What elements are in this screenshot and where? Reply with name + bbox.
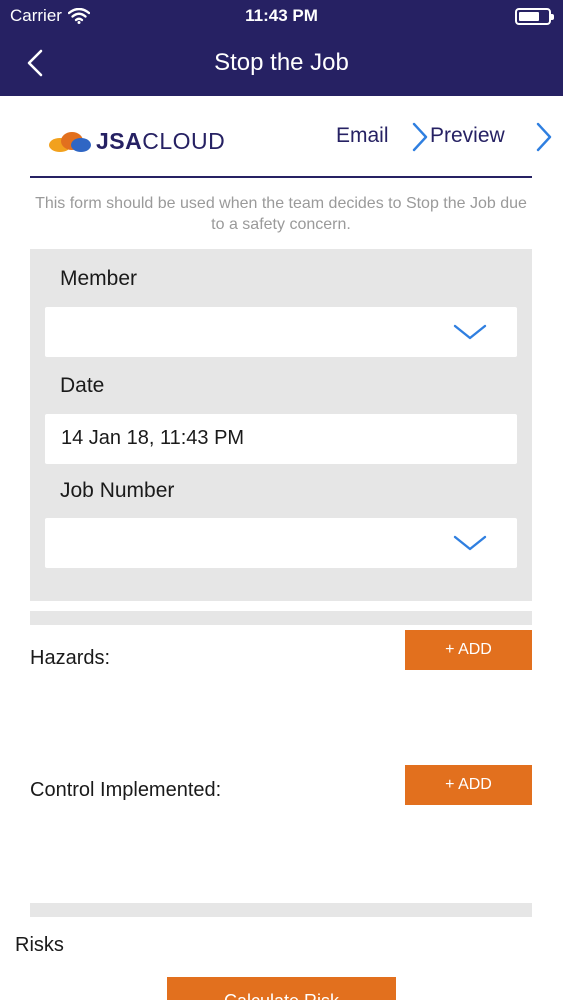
page-title: Stop the Job [214,49,349,76]
add-control-button[interactable]: + ADD [405,765,532,805]
status-time: 11:43 PM [245,6,318,25]
jsacloud-logo: JSACLOUD [48,128,225,155]
chevron-right-icon[interactable] [411,122,429,152]
chevron-down-icon [453,535,487,551]
form-description: This form should be used when the team d… [35,195,527,233]
email-button[interactable]: Email [336,124,389,148]
hazards-label: Hazards: [30,647,111,669]
add-hazard-button[interactable]: + ADD [405,630,532,670]
logo-text-bold: JSA [96,128,143,154]
status-bar: Carrier 11:43 PM [0,0,563,32]
preview-button[interactable]: Preview [430,124,505,148]
section-divider [30,903,532,917]
job-number-label: Job Number [60,479,175,502]
battery-icon [515,8,554,25]
calculate-risk-button[interactable]: Calculate Risk [167,977,396,1000]
controls-label: Control Implemented: [30,779,222,801]
member-label: Member [60,267,138,290]
member-select[interactable] [45,307,517,357]
logo-text-light: CLOUD [142,128,226,154]
form-header: JSACLOUD Email Preview [30,98,552,178]
chevron-right-icon[interactable] [535,122,553,152]
navigation-bar: Carrier 11:43 PM Stop the Job [0,0,563,96]
cloud-icon [49,131,91,152]
risks-label: Risks [15,934,64,956]
date-label: Date [60,374,105,397]
job-number-select[interactable] [45,518,517,568]
date-field[interactable]: 14 Jan 18, 11:43 PM [45,414,517,464]
section-divider [30,611,532,625]
form-panel: Member Date 14 Jan 18, 11:43 PM Job Numb… [30,249,532,601]
chevron-down-icon [453,324,487,340]
date-value: 14 Jan 18, 11:43 PM [61,427,245,449]
